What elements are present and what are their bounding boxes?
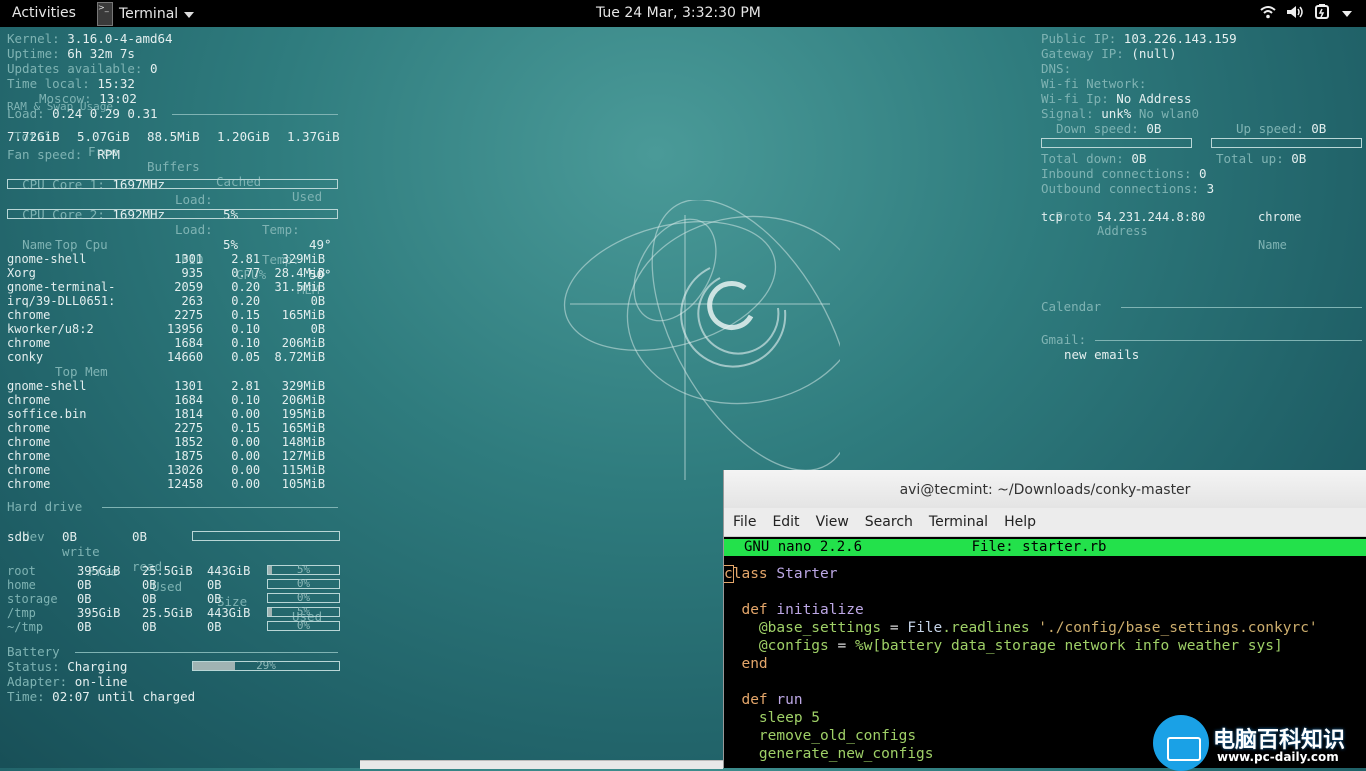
text-cursor: c bbox=[724, 565, 734, 583]
usage-bar: 5% bbox=[267, 605, 340, 618]
gmail-heading: Gmail: bbox=[1041, 332, 1087, 347]
usage-bar: 0% bbox=[267, 619, 340, 632]
table-row: conky 14660 0.05 8.72MiB bbox=[7, 350, 326, 364]
table-row: soffice.bin 1814 0.00 195MiB bbox=[7, 407, 326, 421]
table-row: chrome 2275 0.15 165MiB bbox=[7, 421, 326, 435]
usage-bar: 5% bbox=[267, 563, 340, 576]
debian-swirl-logo bbox=[563, 200, 840, 480]
menu-bar: File Edit View Search Terminal Help bbox=[724, 508, 1366, 537]
activities-button[interactable]: Activities bbox=[12, 5, 76, 21]
system-tray[interactable] bbox=[1260, 4, 1352, 24]
gmail-count: new emails bbox=[1064, 347, 1140, 362]
watermark: 电脑百科知识 www.pc-daily.com bbox=[1153, 712, 1366, 771]
volume-icon[interactable] bbox=[1286, 5, 1304, 23]
cpu2-bar bbox=[7, 209, 338, 219]
usage-bar: 0% bbox=[267, 577, 340, 590]
window-title[interactable]: avi@tecmint: ~/Downloads/conky-master bbox=[724, 470, 1366, 508]
battery-heading: Battery bbox=[7, 644, 60, 659]
menu-file[interactable]: File bbox=[733, 514, 756, 530]
top-mem-table: gnome-shell 1301 2.81 329MiB chrome 1684 0.10 2… bbox=[7, 379, 325, 491]
terminal-icon: >_ bbox=[97, 1, 113, 26]
table-row: kworker/u8:2 13956 0.10 0B bbox=[7, 322, 326, 336]
connections: Inbound connections: 0 Outbound connecti… bbox=[1041, 166, 1215, 196]
menu-search[interactable]: Search bbox=[865, 514, 913, 530]
down-speed: Down speed: 0B bbox=[1056, 121, 1162, 136]
clock[interactable]: Tue 24 Mar, 3:32:30 PM bbox=[596, 5, 761, 21]
system-info: Kernel: 3.16.0-4-amd64 Uptime: 6h 32m 7s… bbox=[7, 31, 173, 91]
usage-bar: 0% bbox=[267, 591, 340, 604]
table-row: chrome 1684 0.10 206MiB bbox=[7, 336, 326, 350]
top-bar: Activities >_ Terminal Tue 24 Mar, 3:32:… bbox=[0, 0, 1366, 27]
menu-view[interactable]: View bbox=[816, 514, 849, 530]
battery-info: Status: Charging Adapter: on-line Time: … bbox=[7, 659, 196, 704]
menu-edit[interactable]: Edit bbox=[772, 514, 799, 530]
table-row: chrome 1684 0.10 206MiB bbox=[7, 393, 326, 407]
cpu1-bar bbox=[7, 179, 338, 189]
menu-terminal[interactable]: Terminal bbox=[929, 514, 988, 530]
fan-speed: Fan speed: RPM bbox=[7, 147, 120, 162]
app-menu-label: Terminal bbox=[119, 5, 179, 22]
table-row: chrome 12458 0.00 105MiB bbox=[7, 477, 326, 491]
hard-drive-heading: Hard drive bbox=[7, 499, 83, 514]
table-row: irq/39-DLL0651: 263 0.20 0B bbox=[7, 294, 326, 308]
table-row: chrome 13026 0.00 115MiB bbox=[7, 463, 326, 477]
divider bbox=[75, 652, 338, 653]
table-row: gnome-shell 1301 2.81 329MiB bbox=[7, 252, 326, 266]
table-row: chrome 1875 0.00 127MiB bbox=[7, 449, 326, 463]
battery-level-bar: 29% bbox=[192, 659, 340, 672]
network-info: Public IP: 103.226.143.159 Gateway IP: (… bbox=[1041, 31, 1237, 121]
battery-icon[interactable] bbox=[1314, 4, 1332, 24]
calendar-heading: Calendar bbox=[1041, 299, 1102, 314]
divider bbox=[1095, 340, 1362, 341]
divider bbox=[102, 507, 338, 508]
total-down: Total down: 0B bbox=[1041, 151, 1147, 166]
connection-table: Proto Address Name tcp 54.231.244.8:80 c… bbox=[1041, 210, 1302, 252]
table-row: Xorg 935 0.77 28.4MiB bbox=[7, 266, 326, 280]
table-row: gnome-shell 1301 2.81 329MiB bbox=[7, 379, 326, 393]
top-mem-heading: Top Mem bbox=[55, 364, 108, 379]
watermark-url: www.pc-daily.com bbox=[1217, 750, 1339, 764]
wifi-icon[interactable] bbox=[1260, 5, 1276, 23]
disk-io-bar bbox=[192, 531, 340, 541]
top-cpu-heading: Top Cpu bbox=[55, 237, 108, 252]
chevron-down-icon bbox=[184, 11, 195, 18]
top-cpu-table: gnome-shell 1301 2.81 329MiB Xorg 935 0.77 28.4… bbox=[7, 252, 325, 364]
system-menu-caret-icon[interactable] bbox=[1342, 6, 1352, 22]
up-speed: Up speed: 0B bbox=[1236, 121, 1327, 136]
divider bbox=[1121, 307, 1362, 308]
nano-status-bar: GNU nano 2.2.6 File: starter.rb bbox=[724, 539, 1366, 556]
up-speed-graph bbox=[1211, 138, 1362, 148]
total-up: Total up: 0B bbox=[1216, 151, 1307, 166]
monitor-badge-icon bbox=[1153, 715, 1209, 771]
down-speed-graph bbox=[1041, 138, 1192, 148]
table-row: chrome 1852 0.00 148MiB bbox=[7, 435, 326, 449]
table-row: gnome-terminal- 2059 0.20 31.5MiB bbox=[7, 280, 326, 294]
menu-help[interactable]: Help bbox=[1004, 514, 1036, 530]
table-row: chrome 2275 0.15 165MiB bbox=[7, 308, 326, 322]
app-menu[interactable]: >_ Terminal bbox=[97, 0, 195, 27]
